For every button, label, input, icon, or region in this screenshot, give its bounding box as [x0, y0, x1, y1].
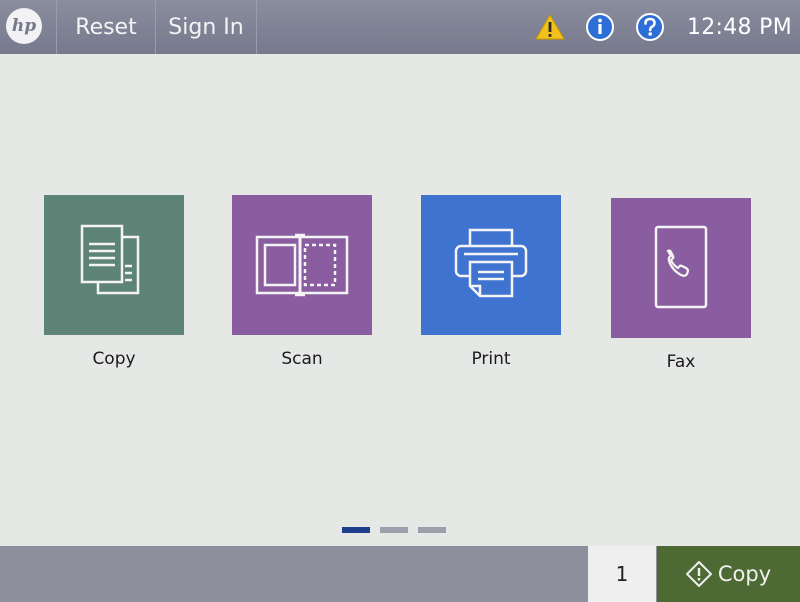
app-scan[interactable]: Scan	[231, 195, 373, 369]
page-indicator	[342, 527, 456, 533]
copy-tile[interactable]	[44, 195, 184, 335]
start-icon	[685, 561, 712, 587]
sign-in-button[interactable]: Sign In	[155, 0, 257, 54]
print-label: Print	[471, 349, 511, 369]
start-copy-button[interactable]: Copy	[657, 546, 800, 602]
reset-button[interactable]: Reset	[56, 0, 155, 54]
help-icon[interactable]	[635, 12, 665, 42]
fax-tile[interactable]	[611, 198, 751, 338]
scan-icon	[255, 233, 349, 297]
app-copy[interactable]: Copy	[43, 195, 185, 369]
fax-label: Fax	[666, 352, 696, 372]
printer-home-screen: hp Reset Sign In 12:48 PM Copy Scan Prin…	[0, 0, 800, 602]
bottom-bar: 1 Copy	[0, 546, 800, 602]
top-bar: hp Reset Sign In 12:48 PM	[0, 0, 800, 54]
clock: 12:48 PM	[686, 14, 792, 40]
app-print[interactable]: Print	[420, 195, 562, 369]
page-dot-1[interactable]	[342, 527, 370, 533]
warning-icon[interactable]	[535, 12, 565, 42]
info-icon[interactable]	[585, 12, 615, 42]
fax-icon	[654, 225, 708, 309]
scan-label: Scan	[281, 349, 323, 369]
start-copy-label: Copy	[717, 562, 772, 586]
hp-logo[interactable]: hp	[6, 8, 42, 44]
scan-tile[interactable]	[232, 195, 372, 335]
status-area: 12:48 PM	[535, 0, 792, 54]
app-fax[interactable]: Fax	[610, 198, 752, 372]
copies-count[interactable]: 1	[588, 546, 656, 602]
print-tile[interactable]	[421, 195, 561, 335]
page-dot-3[interactable]	[418, 527, 446, 533]
copy-label: Copy	[92, 349, 136, 369]
copy-icon	[80, 224, 140, 295]
page-dot-2[interactable]	[380, 527, 408, 533]
print-icon	[454, 228, 528, 298]
